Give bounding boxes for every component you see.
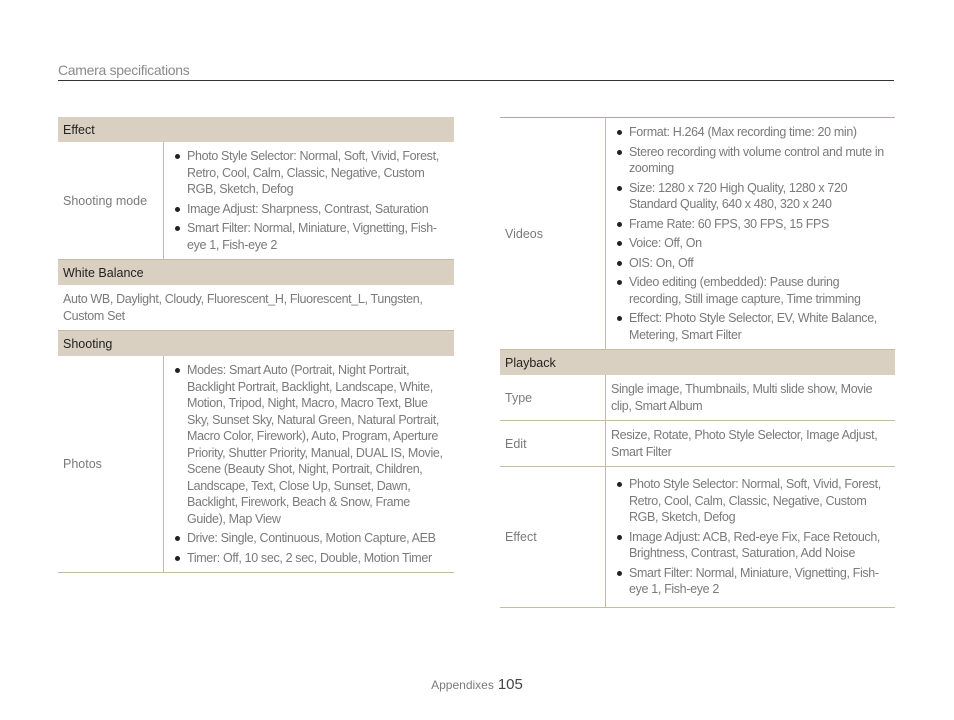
row-value: Format: H.264 (Max recording time: 20 mi…	[606, 118, 895, 349]
list-item: Stereo recording with volume control and…	[611, 144, 891, 177]
list-item: Smart Filter: Normal, Miniature, Vignett…	[611, 565, 891, 598]
list-item: Voice: Off, On	[611, 235, 891, 252]
row-value: Modes: Smart Auto (Portrait, Night Portr…	[164, 356, 454, 572]
list-item: Drive: Single, Continuous, Motion Captur…	[169, 530, 450, 547]
spec-row-effect: Effect Photo Style Selector: Normal, Sof…	[500, 467, 895, 608]
section-header-playback: Playback	[500, 350, 895, 375]
list-item: Smart Filter: Normal, Miniature, Vignett…	[169, 220, 450, 253]
list-item: Photo Style Selector: Normal, Soft, Vivi…	[169, 148, 450, 198]
left-column: Effect Shooting mode Photo Style Selecto…	[58, 117, 454, 573]
bullet-list: Modes: Smart Auto (Portrait, Night Portr…	[169, 362, 450, 566]
page-number: 105	[497, 676, 523, 693]
spec-row-photos: Photos Modes: Smart Auto (Portrait, Nigh…	[58, 356, 454, 573]
row-value: Resize, Rotate, Photo Style Selector, Im…	[611, 428, 878, 459]
row-label: Type	[500, 375, 606, 420]
list-item: Timer: Off, 10 sec, 2 sec, Double, Motio…	[169, 550, 450, 567]
page-title: Camera specifications	[58, 62, 190, 78]
list-item: Frame Rate: 60 FPS, 30 FPS, 15 FPS	[611, 216, 891, 233]
bullet-list: Format: H.264 (Max recording time: 20 mi…	[611, 124, 891, 343]
row-label: Shooting mode	[58, 142, 164, 259]
list-item: Modes: Smart Auto (Portrait, Night Portr…	[169, 362, 450, 527]
white-balance-value: Auto WB, Daylight, Cloudy, Fluorescent_H…	[58, 285, 454, 331]
bullet-list: Photo Style Selector: Normal, Soft, Vivi…	[169, 148, 450, 253]
list-item: OIS: On, Off	[611, 255, 891, 272]
page-header: Camera specifications	[58, 60, 894, 81]
list-item: Size: 1280 x 720 High Quality, 1280 x 72…	[611, 180, 891, 213]
list-item: Format: H.264 (Max recording time: 20 mi…	[611, 124, 891, 141]
right-column: Videos Format: H.264 (Max recording time…	[500, 117, 895, 608]
section-header-shooting: Shooting	[58, 331, 454, 356]
row-label: Videos	[500, 118, 606, 349]
list-item: Photo Style Selector: Normal, Soft, Vivi…	[611, 476, 891, 526]
spec-row-type: Type Single image, Thumbnails, Multi sli…	[500, 375, 895, 421]
list-item: Effect: Photo Style Selector, EV, White …	[611, 310, 891, 343]
row-label: Edit	[500, 421, 606, 466]
list-item: Image Adjust: Sharpness, Contrast, Satur…	[169, 201, 450, 218]
spec-row-edit: Edit Resize, Rotate, Photo Style Selecto…	[500, 421, 895, 467]
section-header-effect: Effect	[58, 117, 454, 142]
row-label: Effect	[500, 467, 606, 607]
section-header-white-balance: White Balance	[58, 260, 454, 285]
row-value: Photo Style Selector: Normal, Soft, Vivi…	[164, 142, 454, 259]
list-item: Image Adjust: ACB, Red-eye Fix, Face Ret…	[611, 529, 891, 562]
spec-row-videos: Videos Format: H.264 (Max recording time…	[500, 118, 895, 350]
page-footer: Appendixes 105	[0, 676, 954, 693]
row-value: Single image, Thumbnails, Multi slide sh…	[611, 382, 873, 413]
row-label: Photos	[58, 356, 164, 572]
list-item: Video editing (embedded): Pause during r…	[611, 274, 891, 307]
footer-section: Appendixes	[431, 678, 494, 692]
row-value: Photo Style Selector: Normal, Soft, Vivi…	[606, 467, 895, 607]
spec-row-shooting-mode: Shooting mode Photo Style Selector: Norm…	[58, 142, 454, 260]
bullet-list: Photo Style Selector: Normal, Soft, Vivi…	[611, 476, 891, 598]
